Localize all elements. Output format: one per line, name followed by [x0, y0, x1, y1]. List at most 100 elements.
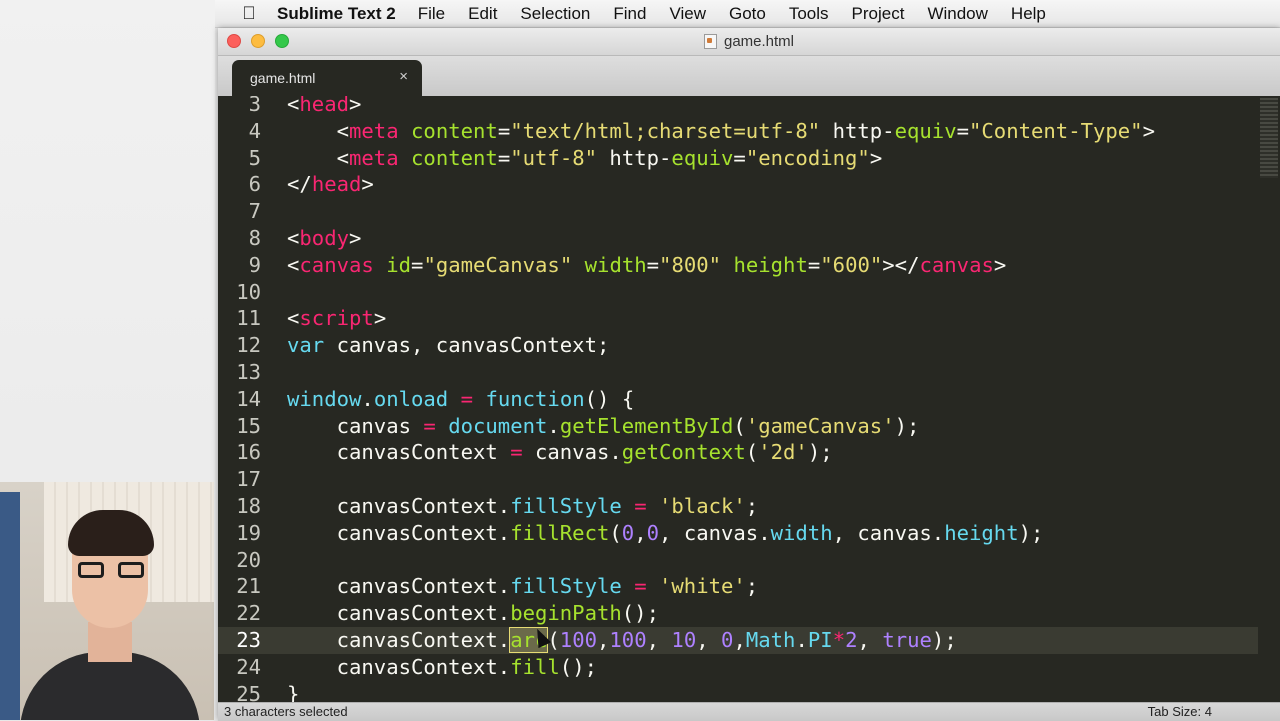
- apple-icon[interactable]: : [235, 3, 263, 24]
- code-line[interactable]: 13: [218, 359, 1258, 386]
- presenter-neck: [88, 622, 132, 662]
- menu-edit[interactable]: Edit: [468, 4, 497, 24]
- line-number: 14: [236, 386, 261, 411]
- line-number: 15: [236, 413, 261, 438]
- line-number: 10: [236, 279, 261, 304]
- line-number: 20: [236, 547, 261, 572]
- line-number: 17: [236, 467, 261, 492]
- selection-status: 3 characters selected: [224, 704, 348, 719]
- line-number: 8: [248, 225, 261, 250]
- line-number: 3: [248, 96, 261, 116]
- line-text[interactable]: }: [287, 681, 299, 702]
- code-line[interactable]: 20: [218, 547, 1258, 574]
- line-number: 4: [248, 118, 261, 143]
- menu-tools[interactable]: Tools: [789, 4, 829, 24]
- line-number: 24: [236, 654, 261, 679]
- menu-app-name[interactable]: Sublime Text 2: [277, 4, 396, 24]
- window-title: game.html: [218, 28, 1280, 55]
- menu-help[interactable]: Help: [1011, 4, 1046, 24]
- code-line[interactable]: 16 canvasContext = canvas.getContext('2d…: [218, 439, 1258, 466]
- line-text[interactable]: canvasContext = canvas.getContext('2d');: [287, 439, 833, 466]
- status-bar: 3 characters selected Tab Size: 4: [218, 702, 1280, 721]
- line-number: 22: [236, 601, 261, 626]
- menu-project[interactable]: Project: [852, 4, 905, 24]
- code-line[interactable]: 4 <meta content="text/html;charset=utf-8…: [218, 118, 1258, 145]
- line-number: 12: [236, 333, 261, 358]
- line-number: 7: [248, 199, 261, 224]
- tab-game-html[interactable]: game.html ×: [232, 60, 422, 96]
- editor-window: game.html game.html × 3 <head> 4 <meta con…: [218, 28, 1280, 721]
- code-line[interactable]: 18 canvasContext.fillStyle = 'black';: [218, 493, 1258, 520]
- line-text[interactable]: canvasContext.fillStyle = 'black';: [287, 493, 759, 520]
- line-text[interactable]: canvasContext.beginPath();: [287, 600, 659, 627]
- line-number: 21: [236, 574, 261, 599]
- tab-bar: game.html ×: [218, 56, 1280, 96]
- line-text[interactable]: window.onload = function() {: [287, 386, 634, 413]
- code-line[interactable]: 19 canvasContext.fillRect(0,0, canvas.wi…: [218, 520, 1258, 547]
- presenter-hair: [68, 510, 154, 556]
- tab-size-status[interactable]: Tab Size: 4: [1148, 704, 1212, 719]
- line-number: 18: [236, 493, 261, 518]
- line-text[interactable]: canvasContext.fillStyle = 'white';: [287, 573, 759, 600]
- minimize-window-button[interactable]: [251, 34, 265, 48]
- code-line[interactable]: 7: [218, 198, 1258, 225]
- code-lines[interactable]: 3 <head> 4 <meta content="text/html;charse…: [218, 96, 1258, 702]
- tab-close-icon[interactable]: ×: [399, 68, 408, 85]
- code-editor[interactable]: 3 <head> 4 <meta content="text/html;charse…: [218, 96, 1280, 702]
- line-text[interactable]: canvas = document.getElementById('gameCa…: [287, 413, 920, 440]
- menu-bar:  Sublime Text 2 File Edit Selection Fin…: [215, 0, 1280, 28]
- line-text[interactable]: canvasContext.arc(100,100, 10, 0,Math.PI…: [287, 626, 957, 654]
- code-line[interactable]: 10: [218, 279, 1258, 306]
- code-line[interactable]: 5 <meta content="utf-8" http-equiv="enco…: [218, 145, 1258, 172]
- menu-file[interactable]: File: [418, 4, 445, 24]
- code-line[interactable]: 23 canvasContext.arc(100,100, 10, 0,Math…: [218, 626, 1258, 654]
- chair: [0, 492, 20, 720]
- menu-selection[interactable]: Selection: [520, 4, 590, 24]
- line-text[interactable]: <canvas id="gameCanvas" width="800" heig…: [287, 252, 1006, 279]
- close-window-button[interactable]: [227, 34, 241, 48]
- line-text[interactable]: var canvas, canvasContext;: [287, 332, 609, 359]
- tab-label: game.html: [250, 70, 316, 86]
- code-line[interactable]: 22 canvasContext.beginPath();: [218, 600, 1258, 627]
- code-line[interactable]: 24 canvasContext.fill();: [218, 654, 1258, 681]
- menu-view[interactable]: View: [669, 4, 706, 24]
- line-number: 13: [236, 359, 261, 384]
- maximize-window-button[interactable]: [275, 34, 289, 48]
- line-text[interactable]: canvasContext.fill();: [287, 654, 597, 681]
- window-title-text: game.html: [723, 33, 795, 50]
- menu-goto[interactable]: Goto: [729, 4, 766, 24]
- line-number: 25: [236, 681, 261, 702]
- line-number: 6: [248, 172, 261, 197]
- line-number: 9: [248, 252, 261, 277]
- line-number: 16: [236, 440, 261, 465]
- menu-window[interactable]: Window: [927, 4, 987, 24]
- title-bar[interactable]: game.html: [218, 28, 1280, 56]
- minimap[interactable]: [1260, 98, 1278, 178]
- code-line[interactable]: 8 <body>: [218, 225, 1258, 252]
- line-number: 11: [236, 306, 261, 331]
- code-line[interactable]: 21 canvasContext.fillStyle = 'white';: [218, 573, 1258, 600]
- code-line[interactable]: 25}: [218, 681, 1258, 702]
- code-line[interactable]: 11 <script>: [218, 305, 1258, 332]
- code-line[interactable]: 17: [218, 466, 1258, 493]
- code-line[interactable]: 14 window.onload = function() {: [218, 386, 1258, 413]
- code-line[interactable]: 9 <canvas id="gameCanvas" width="800" hei…: [218, 252, 1258, 279]
- line-text[interactable]: </head>: [287, 171, 374, 198]
- presenter-glasses: [78, 562, 144, 580]
- code-line[interactable]: 15 canvas = document.getElementById('gam…: [218, 413, 1258, 440]
- line-text[interactable]: <head>: [287, 96, 361, 118]
- line-text[interactable]: <body>: [287, 225, 361, 252]
- code-line[interactable]: 3 <head>: [218, 96, 1258, 118]
- menu-find[interactable]: Find: [613, 4, 646, 24]
- line-number: 19: [236, 520, 261, 545]
- line-text[interactable]: canvasContext.fillRect(0,0, canvas.width…: [287, 520, 1044, 547]
- line-text[interactable]: <meta content="utf-8" http-equiv="encodi…: [287, 145, 883, 172]
- webcam-overlay: [0, 482, 214, 720]
- line-number: 5: [248, 145, 261, 170]
- line-text[interactable]: <script>: [287, 305, 386, 332]
- html-file-icon: [703, 34, 717, 49]
- code-line[interactable]: 12 var canvas, canvasContext;: [218, 332, 1258, 359]
- line-text[interactable]: <meta content="text/html;charset=utf-8" …: [287, 118, 1155, 145]
- code-line[interactable]: 6 </head>: [218, 171, 1258, 198]
- presenter-shirt: [20, 652, 200, 720]
